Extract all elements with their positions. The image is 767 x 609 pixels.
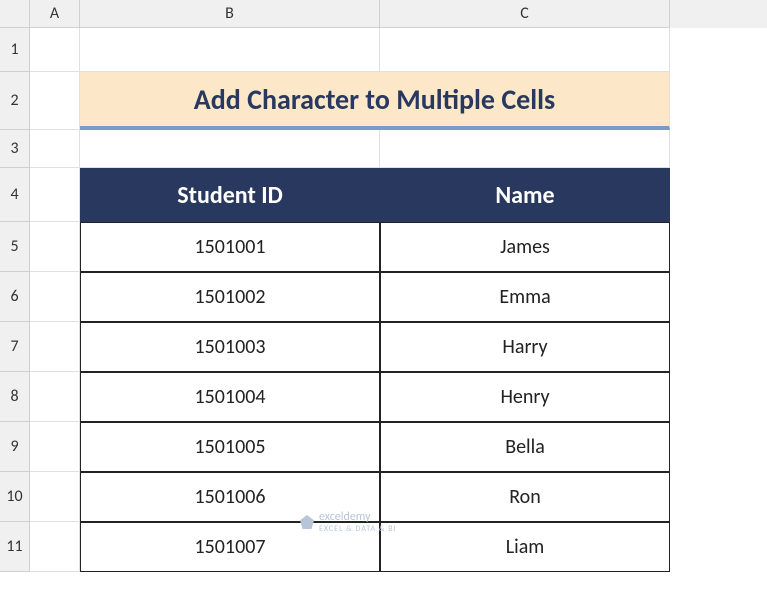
cell-a11[interactable] [30, 522, 80, 572]
cell-a9[interactable] [30, 422, 80, 472]
cell-a8[interactable] [30, 372, 80, 422]
row-header-8[interactable]: 8 [0, 372, 30, 422]
cell-c3[interactable] [380, 130, 670, 168]
row-header-6[interactable]: 6 [0, 272, 30, 322]
col-header-b[interactable]: B [80, 0, 380, 28]
column-headers: A B C [30, 0, 767, 28]
table-row[interactable]: 1501003 [80, 322, 380, 372]
spreadsheet: A B C 1 2 3 4 5 6 7 8 9 10 11 Add Charac… [0, 0, 767, 609]
cell-a4[interactable] [30, 168, 80, 222]
row-header-4[interactable]: 4 [0, 168, 30, 222]
cell-a1[interactable] [30, 28, 80, 72]
table-row[interactable]: Harry [380, 322, 670, 372]
cell-a7[interactable] [30, 322, 80, 372]
row-header-11[interactable]: 11 [0, 522, 30, 572]
grid-area: Add Character to Multiple Cells Student … [30, 28, 767, 609]
table-row[interactable]: Ron [380, 472, 670, 522]
table-row[interactable]: 1501001 [80, 222, 380, 272]
row-headers: 1 2 3 4 5 6 7 8 9 10 11 [0, 28, 30, 572]
table-row[interactable]: 1501002 [80, 272, 380, 322]
row-header-5[interactable]: 5 [0, 222, 30, 272]
header-name[interactable]: Name [380, 168, 670, 222]
cell-a10[interactable] [30, 472, 80, 522]
select-all-corner[interactable] [0, 0, 30, 28]
table-row[interactable]: James [380, 222, 670, 272]
cell-a2[interactable] [30, 72, 80, 130]
table-row[interactable]: Emma [380, 272, 670, 322]
table-row[interactable]: Henry [380, 372, 670, 422]
table-row[interactable]: 1501004 [80, 372, 380, 422]
cell-c1[interactable] [380, 28, 670, 72]
watermark-icon [300, 515, 314, 529]
watermark-brand: exceldemy [319, 510, 397, 524]
table-row[interactable]: Liam [380, 522, 670, 572]
title-cell[interactable]: Add Character to Multiple Cells [80, 72, 670, 130]
cell-a6[interactable] [30, 272, 80, 322]
cell-a3[interactable] [30, 130, 80, 168]
row-header-2[interactable]: 2 [0, 72, 30, 130]
row-header-3[interactable]: 3 [0, 130, 30, 168]
cell-b1[interactable] [80, 28, 380, 72]
row-header-9[interactable]: 9 [0, 422, 30, 472]
table-row[interactable]: 1501005 [80, 422, 380, 472]
cell-b3[interactable] [80, 130, 380, 168]
watermark: exceldemy EXCEL & DATA & BI [300, 510, 397, 534]
table-row[interactable]: Bella [380, 422, 670, 472]
col-header-a[interactable]: A [30, 0, 80, 28]
col-header-c[interactable]: C [380, 0, 670, 28]
cell-a5[interactable] [30, 222, 80, 272]
row-header-10[interactable]: 10 [0, 472, 30, 522]
row-header-7[interactable]: 7 [0, 322, 30, 372]
header-student-id[interactable]: Student ID [80, 168, 380, 222]
row-header-1[interactable]: 1 [0, 28, 30, 72]
watermark-tagline: EXCEL & DATA & BI [319, 524, 397, 534]
